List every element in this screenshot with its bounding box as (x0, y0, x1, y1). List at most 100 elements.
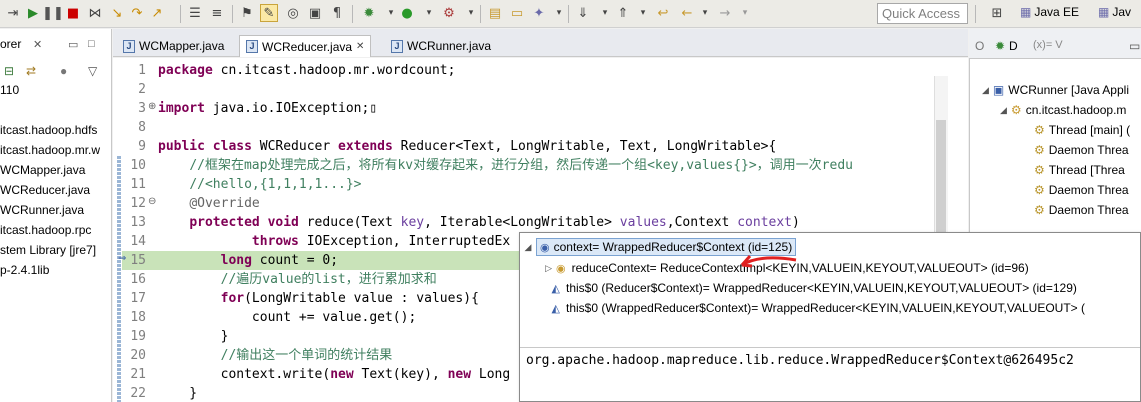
main-toolbar: ⇥ ▶ ❚❚ ■ ⋈ ↘ ↷ ↗ ☰ ≡ ⚑ ✎ ◎ ▣ ¶ ✹ ▾ ● ▾ ⚙… (0, 0, 1141, 28)
code-line[interactable]: 12 @Override (122, 194, 942, 213)
maximize-icon[interactable]: □ (88, 38, 95, 50)
fold-expand-icon[interactable]: ⊕ (148, 101, 156, 112)
field-icon: ◉ (556, 262, 566, 275)
debug-tree-thread[interactable]: ⚙ Daemon Threa (1034, 183, 1129, 197)
minimize-icon[interactable]: ▭ (1129, 39, 1140, 53)
open-folder-icon[interactable]: ▭ (508, 4, 526, 22)
open-type-icon[interactable]: ✦ (530, 4, 548, 22)
previous-annotation-icon[interactable]: ⇑ (614, 4, 632, 22)
new-java-project-icon[interactable]: ▤ (486, 4, 504, 22)
run-dropdown-icon[interactable]: ▾ (420, 4, 438, 22)
popup-row-reduce-context[interactable]: ▷ ◉ reduceContext= ReduceContextImpl<KEY… (520, 258, 1140, 278)
editor-tab-strip: J WCMapper.java J WCReducer.java ✕ J WCR… (113, 29, 968, 57)
last-edit-location-icon[interactable]: ↩ (654, 4, 672, 22)
tree-item-wcrunner[interactable]: WCRunner.java (0, 203, 84, 223)
code-line[interactable]: 3 import java.io.IOException;▯ (122, 99, 942, 118)
open-perspective-icon[interactable]: ⊞ (988, 4, 1006, 22)
toggle-edit-icon[interactable]: ✎ (260, 4, 278, 22)
resume-icon[interactable]: ▶ (24, 4, 42, 22)
code-line[interactable]: 11 //<hello,{1,1,1,1...}> (122, 175, 942, 194)
view-menu-icon[interactable]: ● (60, 64, 67, 78)
terminate-icon[interactable]: ■ (64, 4, 82, 22)
mark-occurrences-icon[interactable]: ◎ (284, 4, 302, 22)
code-line[interactable]: 10 //框架在map处理完成之后，将所有kv对缓存起来，进行分组，然后传递一个… (122, 156, 942, 175)
skip-breakpoints-icon[interactable]: ⇥ (4, 4, 22, 22)
variable-label: this$0 (Reducer$Context)= WrappedReducer… (566, 281, 1077, 295)
code-line[interactable]: 13 protected void reduce(Text key, Itera… (122, 213, 942, 232)
forward-icon[interactable]: → (716, 4, 734, 22)
view-menu-dropdown-icon[interactable]: ▽ (88, 64, 97, 78)
drop-to-frame-icon[interactable]: ☰ (186, 4, 204, 22)
code-line[interactable]: 2 (122, 80, 942, 99)
quick-access-input[interactable]: Quick Access (877, 3, 968, 24)
code-line[interactable]: 8 (122, 118, 942, 137)
close-icon[interactable]: ✕ (33, 38, 42, 51)
tree-item-jre-library[interactable]: stem Library [jre7] (0, 243, 96, 263)
debug-tree-vm[interactable]: ◢ ⚙ cn.itcast.hadoop.m (1000, 103, 1126, 117)
collapse-arrow-icon[interactable]: ◢ (520, 242, 536, 253)
open-type-dropdown-icon[interactable]: ▾ (550, 4, 568, 22)
fold-collapse-icon[interactable]: ⊖ (148, 196, 156, 207)
minimize-icon[interactable]: ▭ (68, 38, 78, 51)
step-over-icon[interactable]: ↷ (128, 4, 146, 22)
forward-dropdown-icon[interactable]: ▾ (736, 4, 754, 22)
popup-row-this-wrapped[interactable]: ◭ this$0 (WrappedReducer$Context)= Wrapp… (520, 298, 1140, 318)
back-dropdown-icon[interactable]: ▾ (696, 4, 714, 22)
tree-item-wcmapper[interactable]: WCMapper.java (0, 163, 85, 183)
tree-item-package-mr[interactable]: itcast.hadoop.mr.w (0, 143, 100, 163)
perspective-java-ee[interactable]: ▦ Java EE (1020, 5, 1079, 19)
tab-package-explorer[interactable]: orer (0, 37, 55, 55)
run-icon[interactable]: ● (398, 4, 416, 22)
step-return-icon[interactable]: ↗ (148, 4, 166, 22)
expand-arrow-icon[interactable]: ◢ (982, 85, 989, 96)
tab-variables[interactable]: (x)= V (1033, 39, 1063, 51)
debug-tree-thread[interactable]: ⚙ Thread [main] ( (1034, 123, 1130, 137)
tree-item-working-set[interactable]: 110 (0, 83, 19, 103)
tree-item-wcreducer[interactable]: WCReducer.java (0, 183, 90, 203)
debug-perspective-icon[interactable]: ⚑ (238, 4, 256, 22)
block-selection-icon[interactable]: ▣ (306, 4, 324, 22)
expand-arrow-icon[interactable]: ▷ (520, 263, 556, 274)
popup-row-context[interactable]: ◢ ◉ context= WrappedReducer$Context (id=… (520, 237, 1140, 257)
tab-debug[interactable]: D (1009, 39, 1018, 53)
thread-icon: ⚙ (1034, 143, 1045, 157)
code-line[interactable]: 1 package cn.itcast.hadoop.mr.wordcount; (122, 61, 942, 80)
next-annotation-dropdown-icon[interactable]: ▾ (596, 4, 614, 22)
link-with-editor-icon[interactable]: ⇄ (26, 64, 36, 78)
debug-tree-thread[interactable]: ⚙ Thread [Threa (1034, 163, 1125, 177)
code-line[interactable]: 9 public class WCReducer extends Reducer<… (122, 137, 942, 156)
debug-tree-launch[interactable]: ◢ ▣ WCRunner [Java Appli (982, 83, 1129, 97)
popup-row-this-reducer[interactable]: ◭ this$0 (Reducer$Context)= WrappedReduc… (520, 278, 1140, 298)
debug-icon[interactable]: ✹ (360, 4, 378, 22)
close-icon[interactable]: ✕ (356, 41, 364, 52)
perspective-java[interactable]: ▦ Jav (1098, 5, 1131, 19)
popup-divider (520, 347, 1140, 348)
package-explorer-panel: orer ✕ ▭ □ ⊟ ⇄ ● ▽ 110 itcast.hadoop.hdf… (0, 29, 112, 402)
debug-tree-thread[interactable]: ⚙ Daemon Threa (1034, 143, 1129, 157)
tab-wcrunner[interactable]: J WCRunner.java (385, 35, 497, 57)
external-tools-icon[interactable]: ⚙ (440, 4, 458, 22)
use-step-filters-icon[interactable]: ≡ (208, 4, 226, 22)
suspend-icon[interactable]: ❚❚ (42, 4, 64, 22)
debug-gutter-markers (117, 156, 121, 402)
step-into-icon[interactable]: ↘ (108, 4, 126, 22)
tree-item-hadoop-lib[interactable]: p-2.4.1lib (0, 263, 49, 283)
next-annotation-icon[interactable]: ⇓ (574, 4, 592, 22)
field-icon: ◉ (540, 241, 550, 254)
tab-wcmapper[interactable]: J WCMapper.java (117, 35, 230, 57)
external-tools-dropdown-icon[interactable]: ▾ (462, 4, 480, 22)
debug-tree-thread[interactable]: ⚙ Daemon Threa (1034, 203, 1129, 217)
previous-annotation-dropdown-icon[interactable]: ▾ (634, 4, 652, 22)
collapse-all-icon[interactable]: ⊟ (4, 64, 14, 78)
expand-arrow-icon[interactable]: ◢ (1000, 105, 1007, 116)
tab-label: WCMapper.java (139, 39, 225, 53)
tree-item-package-hdfs[interactable]: itcast.hadoop.hdfs (0, 123, 97, 143)
debug-current-instruction-icon: ⇒ (118, 253, 127, 264)
tab-wcreducer[interactable]: J WCReducer.java ✕ (239, 35, 372, 57)
tree-item-package-rpc[interactable]: itcast.hadoop.rpc (0, 223, 91, 243)
back-icon[interactable]: ← (678, 4, 696, 22)
popup-detail-value: org.apache.hadoop.mapreduce.lib.reduce.W… (526, 353, 1074, 368)
tab-outline[interactable]: O (975, 39, 984, 53)
show-whitespace-icon[interactable]: ¶ (328, 4, 346, 22)
disconnect-icon[interactable]: ⋈ (86, 4, 104, 22)
